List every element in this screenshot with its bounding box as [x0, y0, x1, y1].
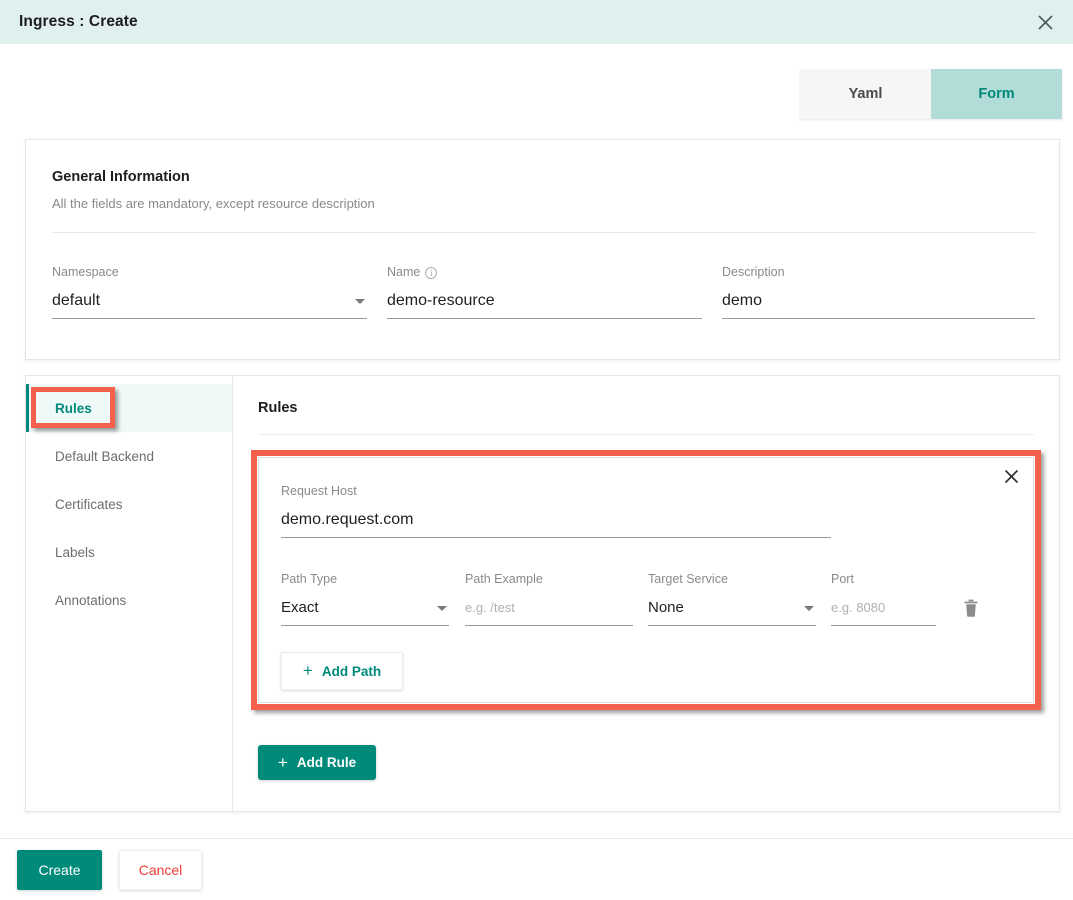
description-field[interactable]: Description demo: [722, 265, 1035, 319]
sidebar-item-rules[interactable]: Rules: [26, 384, 232, 432]
request-host-label: Request Host: [281, 484, 357, 498]
path-example-label: Path Example: [465, 572, 543, 586]
port-input[interactable]: e.g. 8080: [831, 597, 936, 626]
view-mode-tabs: Yaml Form: [800, 69, 1062, 119]
request-host-field[interactable]: Request Host demo.request.com: [281, 484, 831, 538]
general-information-card: General Information All the fields are m…: [25, 139, 1060, 360]
dialog-footer: Create Cancel: [0, 838, 1073, 900]
sidebar-item-labels[interactable]: Labels: [26, 528, 232, 576]
general-information-subtitle: All the fields are mandatory, except res…: [52, 196, 375, 211]
rule-entry-wrapper: Request Host demo.request.com Path Type …: [251, 450, 1041, 710]
add-rule-label: Add Rule: [296, 755, 357, 770]
request-host-input[interactable]: demo.request.com: [281, 509, 831, 538]
tab-form[interactable]: Form: [931, 69, 1062, 119]
description-label: Description: [722, 265, 785, 279]
sidebar-item-certificates[interactable]: Certificates: [26, 480, 232, 528]
section-nav-sidebar: Rules Default Backend Certificates Label…: [26, 376, 233, 811]
namespace-field[interactable]: Namespace default: [52, 265, 367, 319]
chevron-down-icon: [804, 606, 814, 611]
name-field[interactable]: Name i demo-resource: [387, 265, 702, 319]
plus-icon: +: [277, 752, 288, 772]
name-label: Name i: [387, 265, 702, 280]
add-rule-button[interactable]: + Add Rule: [258, 745, 376, 780]
add-path-label: Add Path: [321, 663, 382, 679]
divider: [52, 232, 1035, 233]
path-type-value: Exact: [281, 599, 319, 616]
delete-path-trash-icon[interactable]: [963, 599, 979, 622]
port-label: Port: [831, 572, 854, 586]
namespace-label: Namespace: [52, 265, 119, 279]
path-type-field[interactable]: Path Type Exact: [281, 572, 449, 626]
remove-rule-close-icon[interactable]: [998, 463, 1024, 489]
target-service-select[interactable]: None: [648, 597, 816, 626]
rule-card: Request Host demo.request.com Path Type …: [258, 457, 1034, 703]
path-type-select[interactable]: Exact: [281, 597, 449, 626]
name-input[interactable]: demo-resource: [387, 290, 702, 319]
target-service-value: None: [648, 599, 684, 616]
dialog-titlebar: Ingress : Create: [0, 0, 1073, 44]
page-title: Ingress : Create: [19, 13, 138, 30]
sidebar-item-default-backend[interactable]: Default Backend: [26, 432, 232, 480]
path-type-label: Path Type: [281, 572, 338, 586]
create-button[interactable]: Create: [17, 849, 102, 890]
sidebar-item-annotations[interactable]: Annotations: [26, 576, 232, 624]
cancel-button[interactable]: Cancel: [119, 849, 202, 890]
namespace-select[interactable]: default: [52, 290, 367, 319]
target-service-label: Target Service: [648, 572, 728, 586]
plus-icon: +: [302, 661, 313, 680]
namespace-value: default: [52, 292, 101, 309]
chevron-down-icon: [437, 606, 447, 611]
name-label-text: Name: [387, 265, 421, 279]
chevron-down-icon: [355, 299, 365, 304]
close-icon[interactable]: [1029, 6, 1061, 38]
general-information-title: General Information: [52, 169, 190, 185]
rules-panel: Rules Request Host demo.request.com Path…: [233, 376, 1059, 811]
target-service-field[interactable]: Target Service None: [648, 572, 816, 626]
add-path-button[interactable]: + Add Path: [281, 652, 403, 690]
tab-yaml[interactable]: Yaml: [800, 69, 931, 119]
info-icon[interactable]: i: [425, 266, 438, 279]
rules-heading: Rules: [258, 400, 1034, 435]
rules-section-card: Rules Default Backend Certificates Label…: [25, 375, 1060, 812]
path-example-input[interactable]: e.g. /test: [465, 597, 633, 626]
ingress-create-dialog: Ingress : Create Yaml Form General Infor…: [0, 0, 1073, 900]
path-example-field[interactable]: Path Example e.g. /test: [465, 572, 633, 626]
port-field[interactable]: Port e.g. 8080: [831, 572, 936, 626]
description-input[interactable]: demo: [722, 290, 1035, 319]
